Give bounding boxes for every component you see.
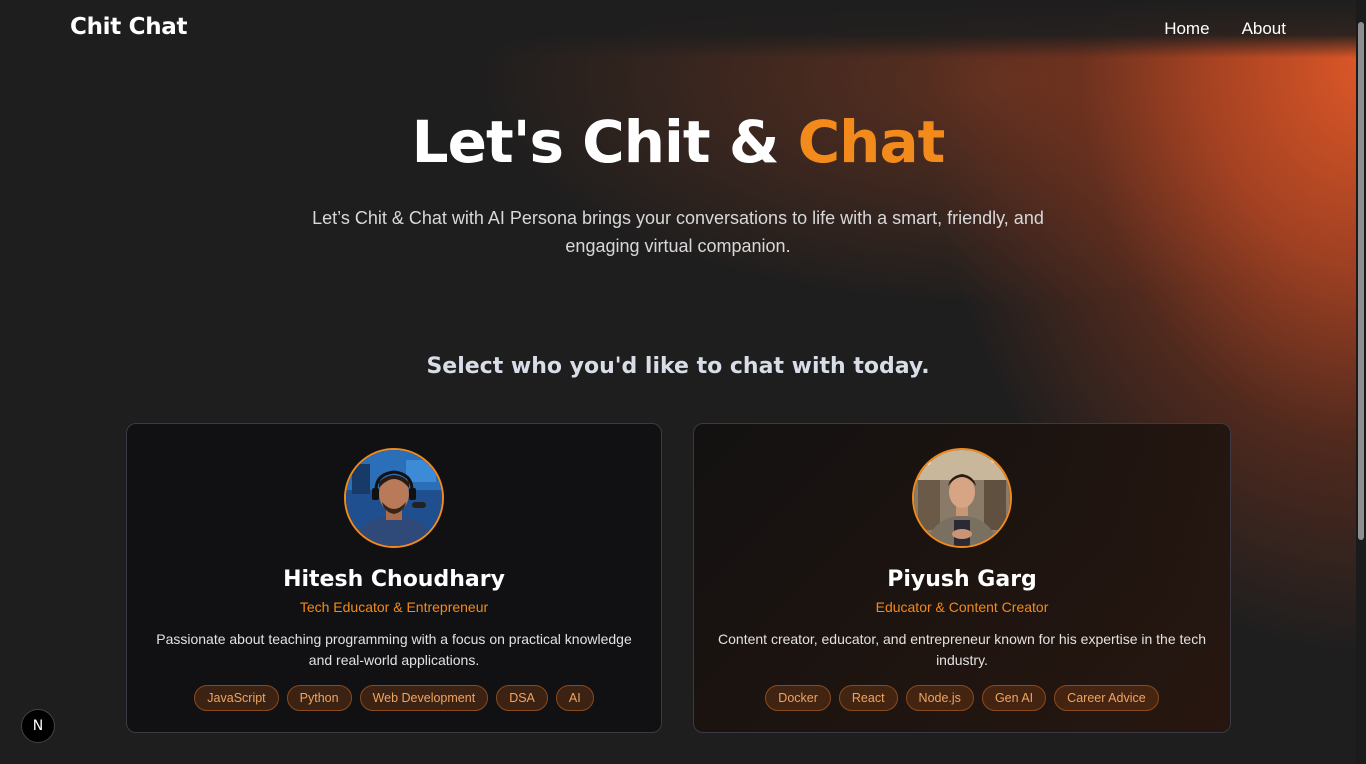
- tag: Web Development: [359, 685, 489, 711]
- persona-card-hitesh[interactable]: Hitesh Choudhary Tech Educator & Entrepr…: [126, 423, 662, 733]
- persona-description: Content creator, educator, and entrepren…: [718, 631, 1206, 668]
- page-scrollbar[interactable]: [1356, 0, 1366, 764]
- hero-title-accent: Chat: [797, 108, 946, 176]
- persona-tags: JavaScript Python Web Development DSA AI: [127, 685, 661, 711]
- hero-title: Let's Chit & Chat: [0, 108, 1356, 176]
- persona-role: Educator & Content Creator: [875, 599, 1049, 615]
- brand-logo[interactable]: Chit Chat: [70, 14, 188, 40]
- avatar-portrait-piyush: [914, 450, 1010, 546]
- avatar: [344, 448, 444, 548]
- avatar-portrait-hitesh: [346, 450, 442, 546]
- tag: Python: [286, 685, 352, 711]
- persona-tags: Docker React Node.js Gen AI Career Advic…: [694, 685, 1230, 711]
- tag: DSA: [496, 685, 548, 711]
- hero-subtitle: Let’s Chit & Chat with AI Persona brings…: [312, 208, 1044, 256]
- nav-link-home[interactable]: Home: [1164, 19, 1209, 39]
- scrollbar-thumb[interactable]: [1358, 22, 1364, 540]
- nav-links: Home About: [1164, 19, 1286, 39]
- persona-name: Hitesh Choudhary: [283, 567, 505, 592]
- page: Chit Chat Home About Let's Chit & Chat L…: [0, 0, 1366, 764]
- avatar: [912, 448, 1012, 548]
- nav-link-about[interactable]: About: [1242, 19, 1286, 39]
- persona-card-piyush[interactable]: Piyush Garg Educator & Content Creator C…: [693, 423, 1231, 733]
- navbar: Chit Chat Home About: [0, 0, 1356, 58]
- persona-name: Piyush Garg: [887, 567, 1037, 592]
- tag: JavaScript: [194, 685, 279, 711]
- persona-select-heading: Select who you'd like to chat with today…: [426, 354, 930, 379]
- persona-description: Passionate about teaching programming wi…: [156, 631, 632, 668]
- tag: Docker: [765, 685, 831, 711]
- tag: AI: [555, 685, 594, 711]
- tag: React: [838, 685, 898, 711]
- tag: Career Advice: [1054, 685, 1159, 711]
- nextjs-dev-badge-icon[interactable]: N: [21, 709, 55, 743]
- persona-role: Tech Educator & Entrepreneur: [299, 599, 489, 615]
- tag: Node.js: [905, 685, 974, 711]
- hero-title-main: Let's Chit &: [411, 108, 798, 176]
- tag: Gen AI: [981, 685, 1047, 711]
